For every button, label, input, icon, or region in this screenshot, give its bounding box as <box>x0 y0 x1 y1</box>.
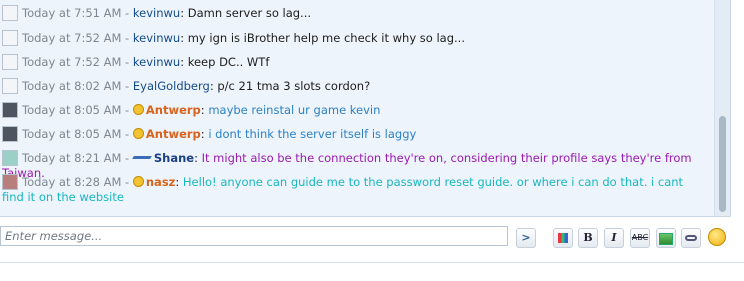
message-text: Damn server so lag... <box>187 6 312 20</box>
chat-message: Today at 7:51 AM - kevinwu: Damn server … <box>2 5 707 21</box>
smiley-icon <box>708 228 726 246</box>
message-text: keep DC.. WTf <box>187 55 270 69</box>
message-composer: > B I ABC <box>0 224 744 252</box>
chat-message: Today at 8:05 AM - Antwerp: i dont think… <box>2 126 707 142</box>
timestamp: Today at 7:51 AM <box>22 6 122 20</box>
avatar[interactable] <box>2 5 18 21</box>
avatar[interactable] <box>2 102 18 118</box>
timestamp: Today at 7:52 AM <box>22 31 122 45</box>
chat-scrollbar[interactable] <box>714 0 730 216</box>
timestamp: Today at 8:02 AM <box>22 79 122 93</box>
scrollbar-thumb[interactable] <box>719 116 726 212</box>
message-input[interactable] <box>0 226 508 246</box>
chat-message: Today at 8:02 AM - EyalGoldberg: p/c 21 … <box>2 78 707 94</box>
timestamp: Today at 8:28 AM <box>22 175 122 189</box>
chat-message: Today at 8:28 AM - nasz: Hello! anyone c… <box>2 174 684 204</box>
italic-button[interactable]: I <box>604 228 624 248</box>
username-link[interactable]: EyalGoldberg <box>133 79 210 93</box>
strikethrough-button[interactable]: ABC <box>630 228 650 248</box>
message-text: my ign is iBrother help me check it why … <box>187 31 465 45</box>
avatar[interactable] <box>2 126 18 142</box>
smilies-button[interactable] <box>707 228 727 248</box>
insert-image-button[interactable] <box>656 228 676 248</box>
chat-message: Today at 7:52 AM - kevinwu: keep DC.. WT… <box>2 54 707 70</box>
chat-message: Today at 8:05 AM - Antwerp: maybe reinst… <box>2 102 707 118</box>
username-link[interactable]: nasz <box>146 175 176 189</box>
chat-message-list: Today at 7:51 AM - kevinwu: Damn server … <box>0 0 731 217</box>
bold-button[interactable]: B <box>578 228 598 248</box>
divider <box>0 262 744 263</box>
username-link[interactable]: kevinwu <box>133 31 180 45</box>
user-badge-smiley-icon <box>132 128 144 139</box>
user-badge-smiley-icon <box>132 176 144 187</box>
avatar[interactable] <box>2 174 18 190</box>
avatar[interactable] <box>2 150 18 166</box>
timestamp: Today at 8:21 AM <box>22 151 122 165</box>
message-text: p/c 21 tma 3 slots cordon? <box>217 79 371 93</box>
username-link[interactable]: Antwerp <box>146 127 201 141</box>
message-text: maybe reinstal ur game kevin <box>208 103 381 117</box>
username-link[interactable]: Shane <box>154 151 194 165</box>
link-icon <box>685 235 697 241</box>
user-badge-smiley-icon <box>132 104 144 115</box>
avatar[interactable] <box>2 78 18 94</box>
staff-rank-icon <box>133 153 151 162</box>
timestamp: Today at 8:05 AM <box>22 103 122 117</box>
text-color-button[interactable] <box>553 228 573 248</box>
send-button[interactable]: > <box>516 228 536 248</box>
timestamp: Today at 7:52 AM <box>22 55 122 69</box>
avatar[interactable] <box>2 54 18 70</box>
timestamp: Today at 8:05 AM <box>22 127 122 141</box>
insert-link-button[interactable] <box>681 228 701 248</box>
message-text: i dont think the server itself is laggy <box>208 127 417 141</box>
username-link[interactable]: kevinwu <box>133 6 180 20</box>
color-palette-icon <box>558 233 568 243</box>
image-icon <box>659 233 673 245</box>
avatar[interactable] <box>2 30 18 46</box>
username-link[interactable]: Antwerp <box>146 103 201 117</box>
username-link[interactable]: kevinwu <box>133 55 180 69</box>
chat-message: Today at 7:52 AM - kevinwu: my ign is iB… <box>2 30 707 46</box>
